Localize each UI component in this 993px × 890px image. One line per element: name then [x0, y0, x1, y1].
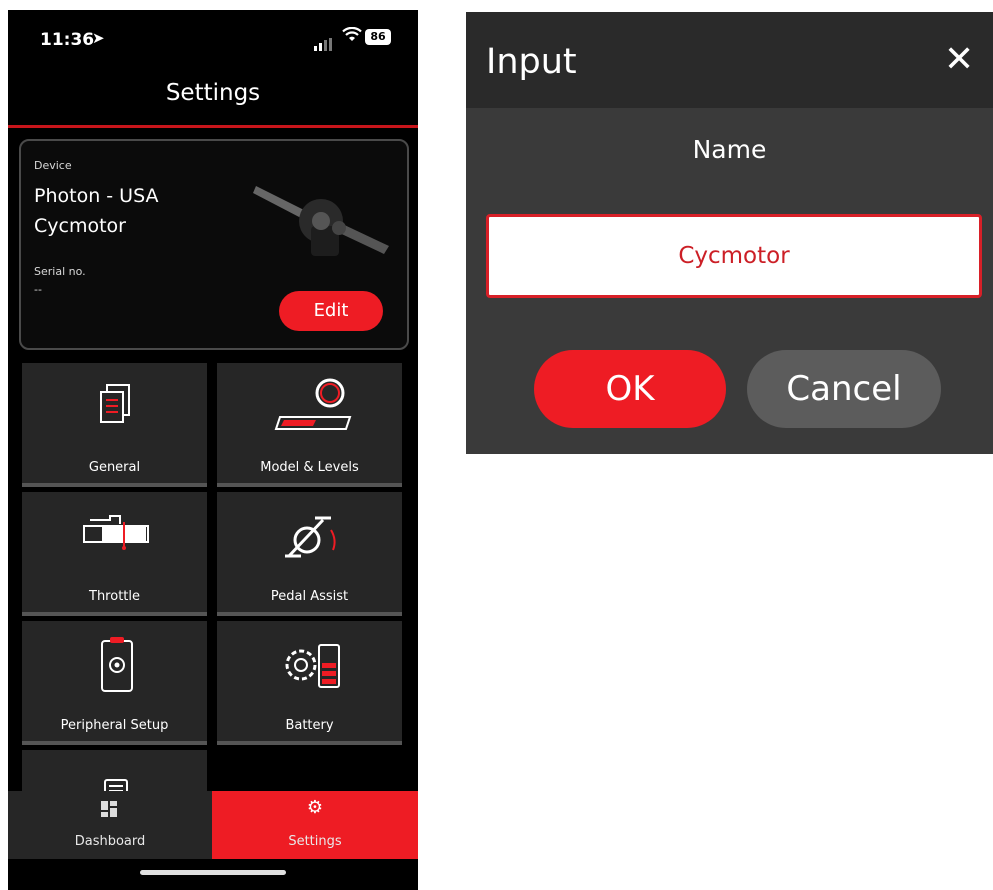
field-label: Name — [692, 135, 767, 164]
tile-label: Throttle — [89, 589, 140, 604]
device-name: Photon - USA Cycmotor — [34, 181, 254, 241]
tile-label: Pedal Assist — [270, 589, 349, 604]
tile-label: Model & Levels — [260, 460, 359, 475]
dialog-header: Input ✕ — [466, 12, 993, 108]
page-title: Settings — [165, 80, 261, 106]
battery-icon: 86 — [365, 29, 391, 45]
peripheral-gear-icon — [101, 637, 133, 692]
device-card: Device Photon - USA Cycmotor Serial no. … — [19, 139, 409, 350]
device-label: Device — [34, 159, 72, 172]
serial-label: Serial no. — [34, 265, 86, 278]
pedal-icon — [285, 516, 336, 558]
nav-dashboard-label: Dashboard — [74, 834, 146, 849]
throttle-icon — [83, 515, 149, 550]
header-divider — [8, 125, 418, 128]
edit-button[interactable]: Edit — [279, 291, 383, 331]
tile-peripheral-setup[interactable]: Peripheral Setup — [22, 621, 207, 745]
signal-icon — [314, 32, 334, 51]
status-bar: 11:36 ➤ 86 — [8, 10, 418, 66]
nav-settings[interactable]: ⚙ Settings — [212, 791, 418, 859]
dialog-title: Input — [486, 42, 577, 82]
name-input[interactable]: Cycmotor — [486, 214, 982, 298]
serial-value: -- — [34, 283, 42, 296]
tile-model-levels[interactable]: Model & Levels — [217, 363, 402, 487]
nav-settings-label: Settings — [288, 834, 342, 849]
tile-general[interactable]: General — [22, 363, 207, 487]
close-icon[interactable]: ✕ — [944, 40, 974, 80]
document-icon — [100, 384, 130, 423]
tile-label: Battery — [285, 718, 334, 733]
tile-throttle[interactable]: Throttle — [22, 492, 207, 616]
device-name-line1: Photon - USA — [34, 185, 159, 207]
nav-dashboard[interactable]: Dashboard — [8, 791, 212, 859]
gear-icon: ⚙ — [306, 797, 324, 818]
ok-button[interactable]: OK — [534, 350, 726, 428]
motor-image — [253, 186, 389, 256]
tile-label: General — [88, 460, 141, 475]
home-indicator — [140, 870, 286, 875]
bottom-nav: Dashboard ⚙ Settings — [8, 791, 418, 859]
input-dialog: Input ✕ Name Cycmotor OK Cancel — [466, 12, 993, 454]
dashboard-icon — [101, 801, 117, 817]
tile-pedal-assist[interactable]: Pedal Assist — [217, 492, 402, 616]
phone-screen: 11:36 ➤ 86 Settings Device Photon - USA … — [8, 10, 418, 890]
tile-label: Peripheral Setup — [60, 718, 169, 733]
device-name-line2: Cycmotor — [34, 215, 126, 237]
battery-gear-icon — [285, 644, 340, 688]
tile-battery[interactable]: Battery — [217, 621, 402, 745]
status-time: 11:36 — [40, 30, 95, 50]
levels-gauge-icon — [274, 378, 352, 430]
location-arrow-icon: ➤ — [92, 29, 105, 47]
wifi-icon — [342, 26, 362, 48]
cancel-button[interactable]: Cancel — [747, 350, 941, 428]
